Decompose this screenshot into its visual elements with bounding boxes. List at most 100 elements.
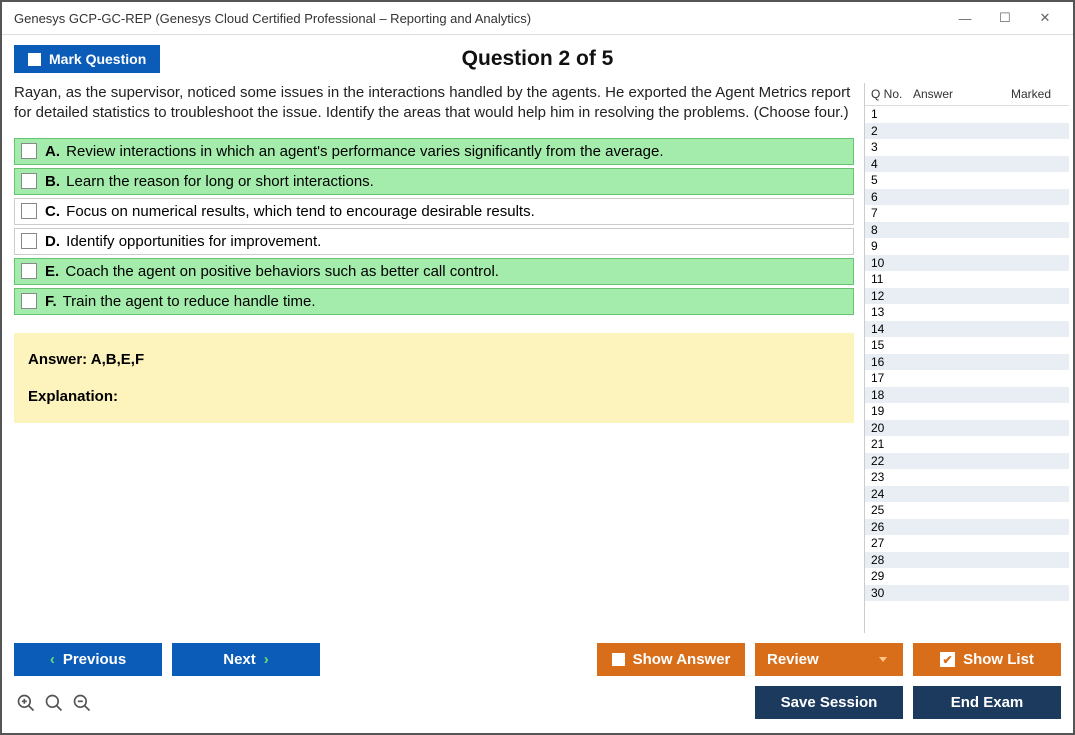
option-text: Focus on numerical results, which tend t…	[66, 203, 535, 220]
list-item[interactable]: 19	[865, 403, 1069, 420]
row-qno: 21	[871, 437, 913, 451]
window-title: Genesys GCP-GC-REP (Genesys Cloud Certif…	[14, 11, 531, 26]
row-qno: 27	[871, 536, 913, 550]
list-item[interactable]: 27	[865, 535, 1069, 552]
list-item[interactable]: 12	[865, 288, 1069, 305]
row-qno: 20	[871, 421, 913, 435]
answer-line: Answer: A,B,E,F	[28, 351, 840, 368]
option-letter: E.	[45, 263, 59, 280]
header-answer: Answer	[913, 87, 999, 101]
row-qno: 29	[871, 569, 913, 583]
save-session-label: Save Session	[781, 694, 878, 711]
list-item[interactable]: 30	[865, 585, 1069, 602]
option-letter: A.	[45, 143, 60, 160]
list-item[interactable]: 28	[865, 552, 1069, 569]
minimize-icon[interactable]: —	[945, 6, 985, 30]
list-item[interactable]: 3	[865, 139, 1069, 156]
previous-button[interactable]: ‹ Previous	[14, 643, 162, 676]
question-column: Rayan, as the supervisor, noticed some i…	[14, 83, 864, 633]
list-item[interactable]: 25	[865, 502, 1069, 519]
checkbox-icon[interactable]	[21, 143, 37, 159]
list-item[interactable]: 6	[865, 189, 1069, 206]
row-qno: 12	[871, 289, 913, 303]
checkbox-icon[interactable]	[21, 203, 37, 219]
list-item[interactable]: 23	[865, 469, 1069, 486]
checkbox-icon	[28, 53, 41, 66]
row-qno: 11	[871, 272, 913, 286]
list-item[interactable]: 2	[865, 123, 1069, 140]
option-row[interactable]: E. Coach the agent on positive behaviors…	[14, 258, 854, 285]
end-exam-button[interactable]: End Exam	[913, 686, 1061, 719]
list-item[interactable]: 7	[865, 205, 1069, 222]
zoom-reset-icon[interactable]	[16, 693, 36, 713]
list-item[interactable]: 17	[865, 370, 1069, 387]
option-row[interactable]: B. Learn the reason for long or short in…	[14, 168, 854, 195]
list-item[interactable]: 29	[865, 568, 1069, 585]
show-list-button[interactable]: ✔ Show List	[913, 643, 1061, 676]
row-qno: 5	[871, 173, 913, 187]
row-qno: 6	[871, 190, 913, 204]
header-row: Mark Question Question 2 of 5	[2, 35, 1073, 79]
row-qno: 24	[871, 487, 913, 501]
save-session-button[interactable]: Save Session	[755, 686, 903, 719]
list-item[interactable]: 1	[865, 106, 1069, 123]
option-text: Coach the agent on positive behaviors su…	[65, 263, 499, 280]
option-text: Identify opportunities for improvement.	[66, 233, 321, 250]
next-label: Next	[223, 651, 256, 668]
row-qno: 26	[871, 520, 913, 534]
list-item[interactable]: 4	[865, 156, 1069, 173]
list-item[interactable]: 13	[865, 304, 1069, 321]
titlebar: Genesys GCP-GC-REP (Genesys Cloud Certif…	[2, 2, 1073, 35]
option-row[interactable]: A. Review interactions in which an agent…	[14, 138, 854, 165]
header-qno: Q No.	[871, 87, 913, 101]
row-qno: 2	[871, 124, 913, 138]
row-qno: 28	[871, 553, 913, 567]
row-qno: 1	[871, 107, 913, 121]
close-icon[interactable]: ✕	[1025, 6, 1065, 30]
list-item[interactable]: 15	[865, 337, 1069, 354]
checkbox-icon[interactable]	[21, 173, 37, 189]
main-area: Rayan, as the supervisor, noticed some i…	[2, 79, 1073, 633]
question-list-header: Q No. Answer Marked	[865, 83, 1069, 105]
question-list-body[interactable]: 1234567891011121314151617181920212223242…	[865, 105, 1069, 633]
review-button[interactable]: Review	[755, 643, 903, 676]
checkbox-icon[interactable]	[21, 233, 37, 249]
header-marked: Marked	[999, 87, 1063, 101]
zoom-controls	[14, 693, 92, 713]
list-item[interactable]: 11	[865, 271, 1069, 288]
row-qno: 22	[871, 454, 913, 468]
list-item[interactable]: 5	[865, 172, 1069, 189]
show-list-label: Show List	[963, 651, 1034, 668]
zoom-out-icon[interactable]	[72, 693, 92, 713]
list-item[interactable]: 18	[865, 387, 1069, 404]
list-item[interactable]: 9	[865, 238, 1069, 255]
mark-question-label: Mark Question	[49, 51, 146, 67]
list-item[interactable]: 20	[865, 420, 1069, 437]
show-answer-button[interactable]: Show Answer	[597, 643, 745, 676]
row-qno: 17	[871, 371, 913, 385]
option-row[interactable]: D. Identify opportunities for improvemen…	[14, 228, 854, 255]
option-row[interactable]: C. Focus on numerical results, which ten…	[14, 198, 854, 225]
list-item[interactable]: 24	[865, 486, 1069, 503]
maximize-icon[interactable]: ☐	[985, 6, 1025, 30]
explanation-label: Explanation:	[28, 388, 840, 405]
list-item[interactable]: 22	[865, 453, 1069, 470]
list-item[interactable]: 26	[865, 519, 1069, 536]
option-row[interactable]: F. Train the agent to reduce handle time…	[14, 288, 854, 315]
show-answer-label: Show Answer	[633, 651, 731, 668]
row-qno: 19	[871, 404, 913, 418]
question-text: Rayan, as the supervisor, noticed some i…	[14, 83, 854, 124]
list-item[interactable]: 16	[865, 354, 1069, 371]
list-item[interactable]: 21	[865, 436, 1069, 453]
previous-label: Previous	[63, 651, 126, 668]
next-button[interactable]: Next ›	[172, 643, 320, 676]
checkbox-icon[interactable]	[21, 293, 37, 309]
list-item[interactable]: 8	[865, 222, 1069, 239]
review-label: Review	[767, 651, 819, 668]
mark-question-button[interactable]: Mark Question	[14, 45, 160, 73]
row-qno: 30	[871, 586, 913, 600]
list-item[interactable]: 14	[865, 321, 1069, 338]
list-item[interactable]: 10	[865, 255, 1069, 272]
zoom-in-icon[interactable]	[44, 693, 64, 713]
checkbox-icon[interactable]	[21, 263, 37, 279]
